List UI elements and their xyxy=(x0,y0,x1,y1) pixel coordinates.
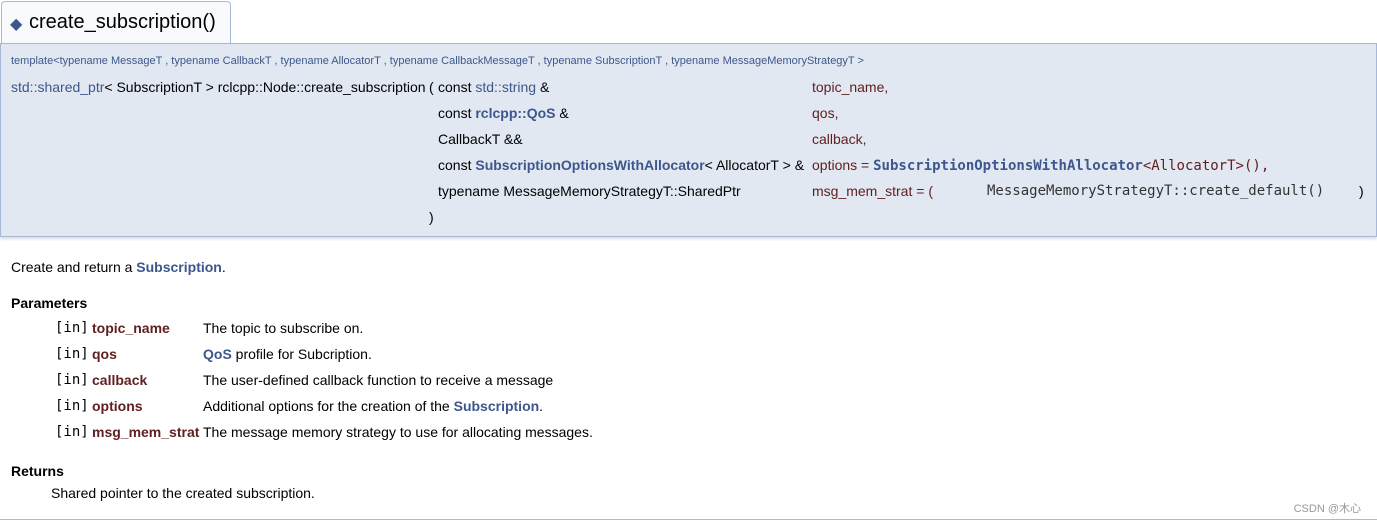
param-desc: QoS profile for Subcription. xyxy=(203,346,372,362)
description: Create and return a Subscription. xyxy=(11,259,226,275)
default-close-paren: ) xyxy=(1359,183,1364,199)
parameters-heading: Parameters xyxy=(11,295,88,311)
returns-text: Shared pointer to the created subscripti… xyxy=(51,485,315,501)
subscription-options-link[interactable]: SubscriptionOptionsWithAllocator xyxy=(475,157,704,173)
param-type-msg-mem-strat: typename MessageMemoryStrategyT::SharedP… xyxy=(438,183,741,199)
param-type-options: const SubscriptionOptionsWithAllocator< … xyxy=(438,157,805,173)
param-dir: [in] xyxy=(55,372,89,388)
member-title: create_subscription() xyxy=(29,11,216,33)
param-desc: The message memory strategy to use for a… xyxy=(203,424,593,440)
param-name: options xyxy=(92,398,143,414)
param-dir: [in] xyxy=(55,398,89,414)
return-type: std::shared_ptr< SubscriptionT > rclcpp:… xyxy=(11,79,426,95)
param-dir: [in] xyxy=(55,424,89,440)
std-string-link[interactable]: std::string xyxy=(475,79,536,95)
param-desc: The topic to subscribe on. xyxy=(203,320,364,336)
param-name: msg_mem_strat xyxy=(92,424,200,440)
param-desc: The user-defined callback function to re… xyxy=(203,372,554,388)
param-type-callback: CallbackT && xyxy=(438,131,523,147)
subscription-options-default-link[interactable]: SubscriptionOptionsWithAllocator xyxy=(873,158,1143,174)
param-name-topic: topic_name, xyxy=(812,79,889,95)
param-type-qos: const rclcpp::QoS & xyxy=(438,105,569,121)
open-paren: ( xyxy=(429,79,434,95)
member-title-tab: ◆ create_subscription() xyxy=(1,1,231,43)
diamond-icon: ◆ xyxy=(10,16,23,33)
param-name: qos xyxy=(92,346,117,362)
divider xyxy=(0,519,1377,520)
param-desc: Additional options for the creation of t… xyxy=(203,398,544,414)
param-name: topic_name xyxy=(92,320,170,336)
qos-link[interactable]: rclcpp::QoS xyxy=(475,105,555,121)
shared-ptr-link[interactable]: std::shared_ptr xyxy=(11,79,104,95)
param-name-msg-mem-strat: msg_mem_strat = ( xyxy=(812,183,933,199)
function-prototype: template<typename MessageT , typename Ca… xyxy=(0,43,1377,237)
subscription-link[interactable]: Subscription xyxy=(136,259,222,275)
function-name: < SubscriptionT > rclcpp::Node::create_s… xyxy=(104,79,426,95)
qos-desc-link[interactable]: QoS xyxy=(203,346,232,362)
param-name-qos: qos, xyxy=(812,105,839,121)
param-name: callback xyxy=(92,372,148,388)
returns-heading: Returns xyxy=(11,463,64,479)
watermark: CSDN @木心 xyxy=(1293,503,1361,515)
default-value-code: MessageMemoryStrategyT::create_default() xyxy=(987,183,1325,199)
param-dir: [in] xyxy=(55,320,89,336)
param-name-options: options = SubscriptionOptionsWithAllocat… xyxy=(812,157,1270,174)
close-paren: ) xyxy=(429,209,434,225)
param-name-callback: callback, xyxy=(812,131,867,147)
param-dir: [in] xyxy=(55,346,89,362)
template-signature: template<typename MessageT , typename Ca… xyxy=(11,55,864,67)
subscription-desc-link[interactable]: Subscription xyxy=(454,398,540,414)
param-type-topic: const std::string & xyxy=(438,79,550,95)
